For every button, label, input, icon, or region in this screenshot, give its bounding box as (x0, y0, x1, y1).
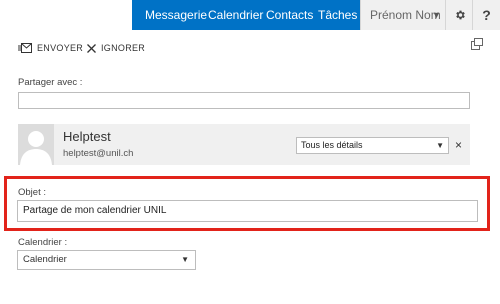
discard-label: IGNORER (101, 43, 146, 53)
remove-recipient-button[interactable]: × (455, 137, 462, 154)
settings-button[interactable] (445, 0, 473, 30)
nav-taches[interactable]: Tâches (318, 0, 357, 30)
top-navigation: Messagerie Calendrier Contacts Tâches (132, 0, 360, 30)
nav-calendrier[interactable]: Calendrier (208, 0, 263, 30)
chevron-down-icon: ▼ (181, 255, 189, 264)
permission-select[interactable]: Tous les détails ▼ (296, 137, 449, 154)
user-name: Prénom Nom (370, 8, 441, 22)
top-bar: Messagerie Calendrier Contacts Tâches Pr… (0, 0, 500, 30)
subject-label: Objet : (18, 187, 46, 198)
help-icon: ? (482, 7, 491, 23)
avatar (18, 124, 54, 165)
share-with-input[interactable] (18, 92, 470, 109)
send-label: ENVOYER (37, 43, 84, 53)
discard-icon (87, 43, 96, 53)
send-button[interactable]: ENVOYER (18, 40, 83, 56)
calendar-value: Calendrier (23, 254, 67, 265)
help-button[interactable]: ? (472, 0, 500, 30)
send-icon (18, 43, 32, 53)
avatar-placeholder-icon (18, 124, 54, 165)
calendar-label: Calendrier : (18, 237, 68, 248)
chevron-down-icon: ▼ (436, 141, 444, 150)
share-with-label: Partager avec : (18, 77, 83, 88)
subject-input[interactable]: Partage de mon calendrier UNIL (17, 200, 478, 222)
nav-contacts[interactable]: Contacts (266, 0, 313, 30)
gear-icon (455, 10, 465, 20)
user-menu-button[interactable]: Prénom Nom ▼ (360, 0, 445, 30)
nav-messagerie[interactable]: Messagerie (145, 0, 207, 30)
discard-button[interactable]: IGNORER (87, 40, 145, 56)
permission-value: Tous les détails (301, 140, 363, 150)
recipient-card: Helptest helptest@unil.ch Tous les détai… (18, 124, 470, 165)
recipient-email: helptest@unil.ch (63, 148, 134, 159)
popout-icon[interactable] (471, 38, 483, 50)
calendar-select[interactable]: Calendrier ▼ (17, 250, 196, 270)
chevron-down-icon: ▼ (432, 10, 441, 20)
recipient-name: Helptest (63, 129, 111, 144)
